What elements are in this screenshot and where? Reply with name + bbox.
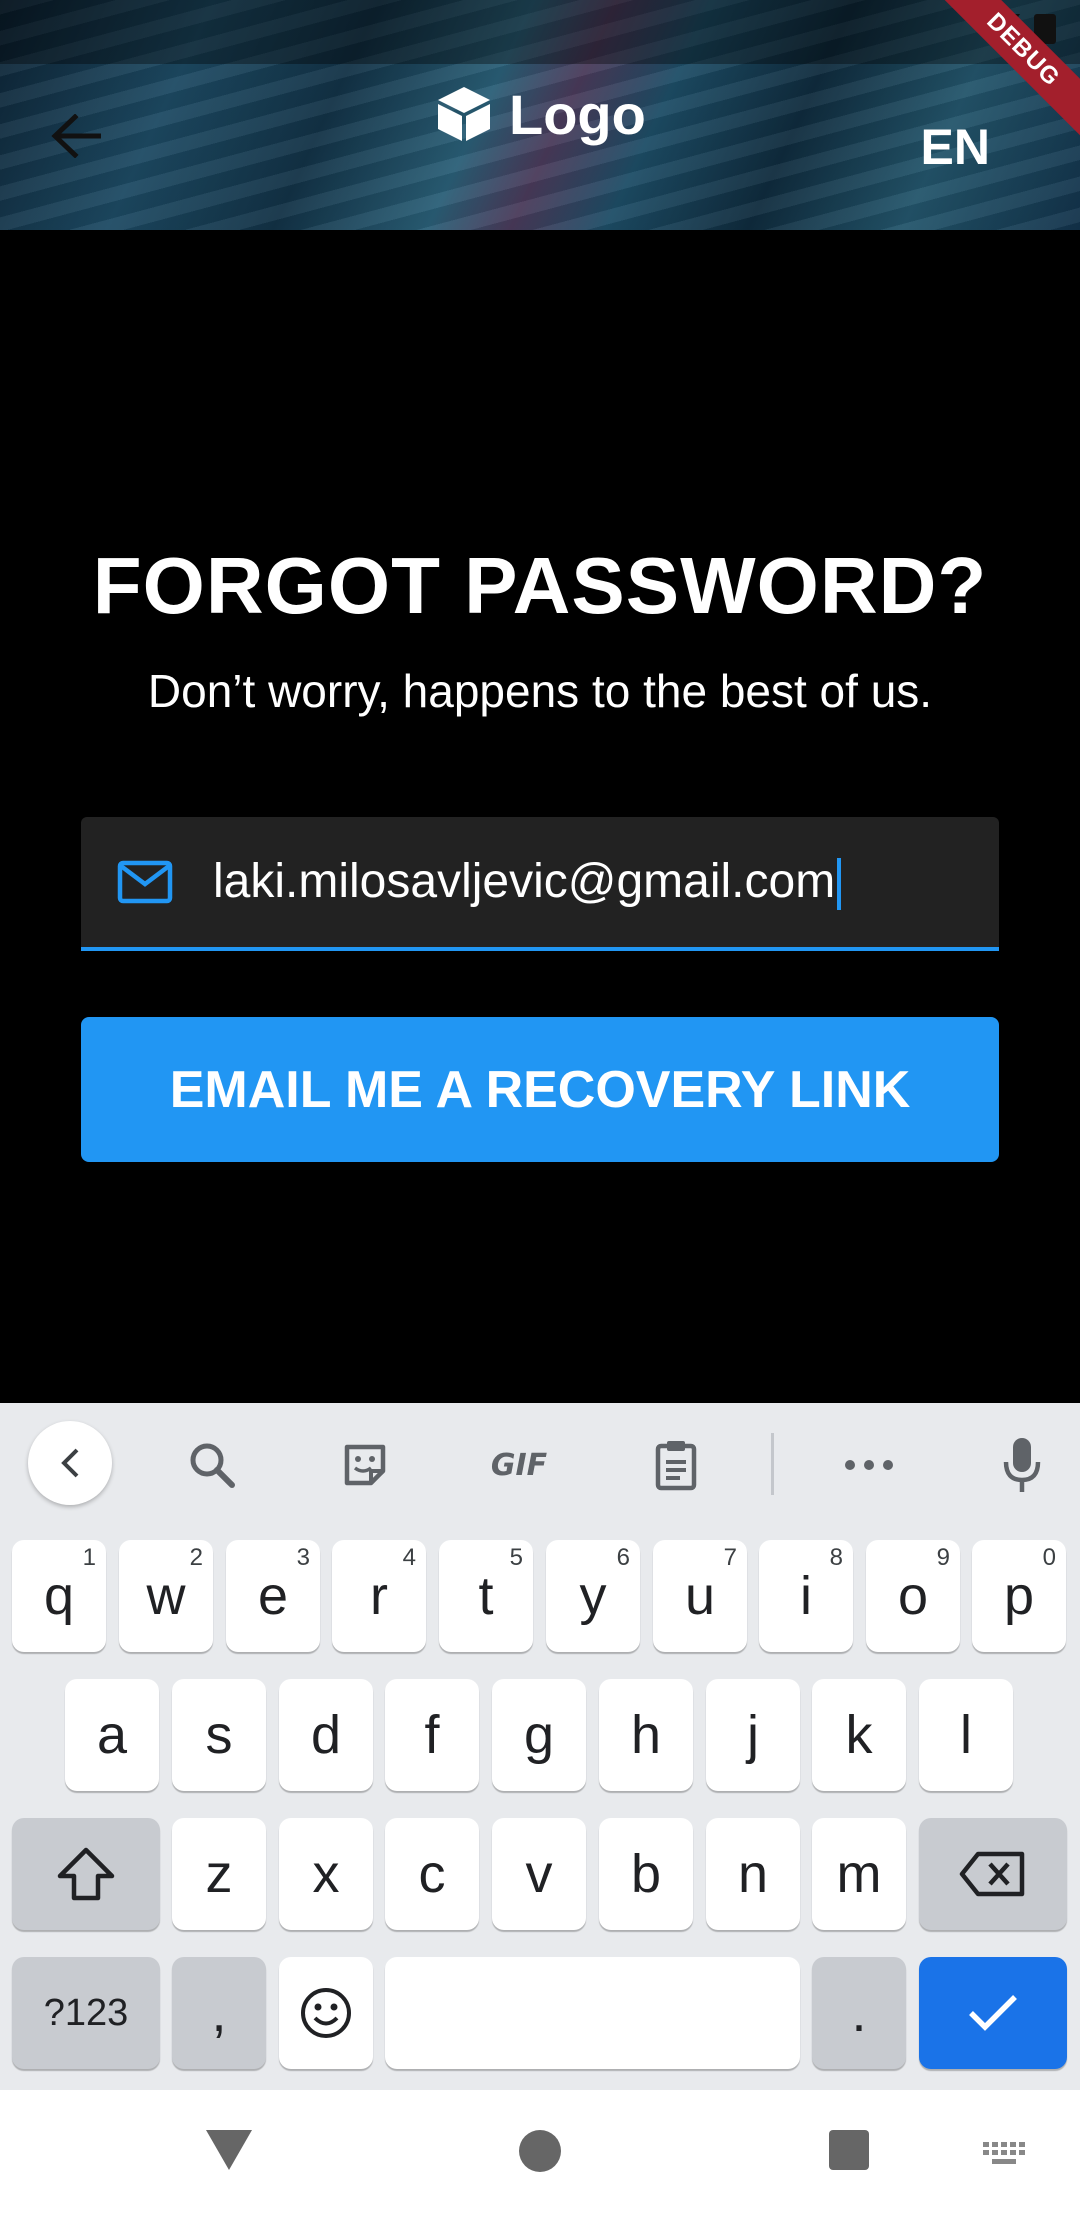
symbols-key[interactable]: ?123 — [12, 1957, 160, 2069]
emoji-key[interactable] — [279, 1957, 373, 2069]
logo: Logo — [435, 82, 646, 146]
key-u[interactable]: u7 — [653, 1540, 747, 1652]
more-horizontal-icon — [845, 1460, 893, 1470]
key-b[interactable]: b — [599, 1818, 693, 1930]
key-hint: 9 — [936, 1544, 950, 1571]
done-key[interactable] — [919, 1957, 1067, 2069]
nav-home-button[interactable] — [519, 2130, 561, 2172]
keyboard-collapse-button[interactable] — [28, 1421, 112, 1505]
key-z[interactable]: z — [172, 1818, 266, 1930]
key-label: u — [684, 1566, 716, 1626]
key-label: e — [257, 1566, 289, 1626]
key-e[interactable]: e3 — [226, 1540, 320, 1652]
page-title: FORGOT PASSWORD? — [92, 541, 988, 630]
space-key[interactable] — [385, 1957, 800, 2069]
key-g[interactable]: g — [492, 1679, 586, 1791]
text-cursor — [837, 858, 842, 911]
key-p[interactable]: p0 — [972, 1540, 1066, 1652]
key-o[interactable]: o9 — [866, 1540, 960, 1652]
key-hint: 3 — [296, 1544, 310, 1571]
gif-label: GIF — [490, 1447, 548, 1483]
logo-text: Logo — [509, 82, 646, 146]
search-icon — [190, 1443, 235, 1488]
key-hint: 7 — [723, 1544, 737, 1571]
email-input[interactable]: laki.milosavljevic@gmail.com — [213, 854, 842, 911]
toolbar-divider — [771, 1433, 774, 1495]
keyboard-more-button[interactable] — [829, 1425, 909, 1505]
key-label: y — [579, 1566, 607, 1626]
keyboard-clipboard-button[interactable] — [636, 1425, 716, 1505]
keyboard-search-button[interactable] — [172, 1425, 252, 1505]
key-hint: 2 — [189, 1544, 203, 1571]
backspace-icon — [959, 1851, 1025, 1897]
comma-key[interactable]: , — [172, 1957, 266, 2069]
key-n[interactable]: n — [706, 1818, 800, 1930]
logo-cube-icon — [438, 87, 490, 141]
nav-recents-button[interactable] — [829, 2130, 869, 2170]
key-k[interactable]: k — [812, 1679, 906, 1791]
key-t[interactable]: t5 — [439, 1540, 533, 1652]
key-h[interactable]: h — [599, 1679, 693, 1791]
key-hint: 4 — [402, 1544, 416, 1571]
keyboard-switcher-icon[interactable] — [983, 2142, 1027, 2168]
keyboard-toolbar: GIF — [0, 1403, 1080, 1523]
sticker-icon — [344, 1444, 386, 1486]
keyboard-voice-button[interactable] — [982, 1425, 1062, 1505]
key-label: r — [370, 1566, 388, 1626]
back-button[interactable] — [40, 100, 112, 172]
email-recovery-link-button[interactable]: EMAIL ME A RECOVERY LINK — [81, 1017, 999, 1162]
key-label: i — [800, 1566, 812, 1626]
key-d[interactable]: d — [279, 1679, 373, 1791]
microphone-icon — [1003, 1438, 1041, 1492]
checkmark-icon — [969, 1995, 1017, 2031]
keyboard-gif-button[interactable]: GIF — [479, 1425, 559, 1505]
language-selector[interactable]: EN — [921, 118, 990, 176]
key-hint: 8 — [829, 1544, 843, 1571]
key-label: q — [43, 1566, 75, 1626]
app-header: Logo EN DEBUG — [0, 0, 1080, 230]
system-navigation-bar — [0, 2090, 1080, 2220]
keyboard-sticker-button[interactable] — [325, 1425, 405, 1505]
chevron-left-icon — [61, 1448, 79, 1478]
key-j[interactable]: j — [706, 1679, 800, 1791]
backspace-key[interactable] — [919, 1818, 1067, 1930]
key-q[interactable]: q1 — [12, 1540, 106, 1652]
email-value: laki.milosavljevic@gmail.com — [213, 854, 836, 908]
period-key[interactable]: . — [812, 1957, 906, 2069]
key-label: o — [897, 1566, 929, 1626]
nav-back-button[interactable] — [206, 2130, 252, 2170]
key-w[interactable]: w2 — [119, 1540, 213, 1652]
key-f[interactable]: f — [385, 1679, 479, 1791]
page-subtitle: Don’t worry, happens to the best of us. — [147, 665, 933, 717]
email-field[interactable]: laki.milosavljevic@gmail.com — [81, 817, 999, 951]
key-hint: 6 — [616, 1544, 630, 1571]
key-hint: 0 — [1042, 1544, 1056, 1571]
shift-key[interactable] — [12, 1818, 160, 1930]
key-y[interactable]: y6 — [546, 1540, 640, 1652]
key-x[interactable]: x — [279, 1818, 373, 1930]
key-s[interactable]: s — [172, 1679, 266, 1791]
key-a[interactable]: a — [65, 1679, 159, 1791]
key-l[interactable]: l — [919, 1679, 1013, 1791]
soft-keyboard: GIF q1 w2 e3 r4 t5 y6 u7 i8 o9 p 0 a s d… — [0, 1403, 1080, 2090]
key-hint: 1 — [82, 1544, 96, 1571]
key-label: w — [146, 1566, 186, 1626]
key-r[interactable]: r4 — [332, 1540, 426, 1652]
key-hint: 5 — [509, 1544, 523, 1571]
key-label: t — [478, 1566, 494, 1626]
key-v[interactable]: v — [492, 1818, 586, 1930]
key-label: p — [1003, 1566, 1035, 1626]
key-m[interactable]: m — [812, 1818, 906, 1930]
arrow-left-icon — [51, 114, 101, 158]
mail-icon — [117, 860, 175, 904]
key-c[interactable]: c — [385, 1818, 479, 1930]
clipboard-icon — [655, 1441, 697, 1491]
shift-icon — [57, 1847, 115, 1901]
key-i[interactable]: i8 — [759, 1540, 853, 1652]
emoji-icon — [301, 1988, 351, 2038]
